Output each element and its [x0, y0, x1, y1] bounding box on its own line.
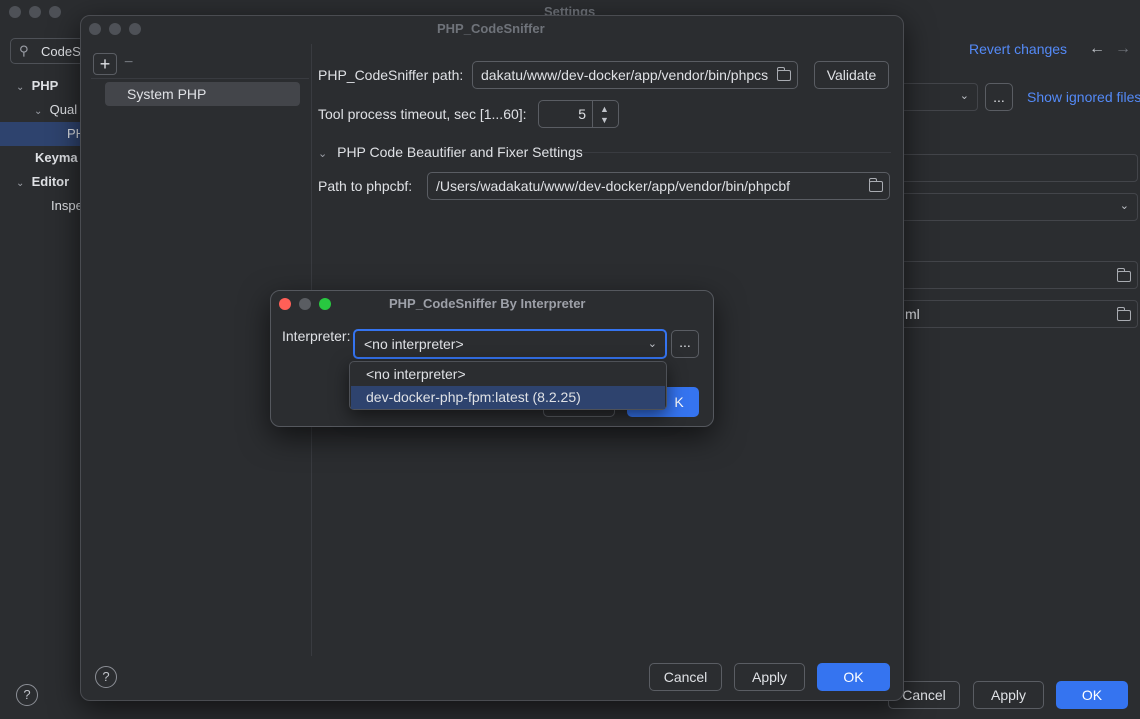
chevron-down-icon: ⌄	[16, 178, 25, 189]
phpcbf-path-value: /Users/wadakatu/www/dev-docker/app/vendo…	[436, 178, 791, 194]
chevron-down-icon: ⌄	[959, 90, 969, 102]
spinner-down-icon[interactable]: ▼	[600, 107, 609, 127]
timeout-value: 5	[578, 106, 586, 122]
codesniffer-window-title: PHP_CodeSniffer	[437, 21, 545, 36]
chevron-down-icon: ⌄	[647, 338, 657, 350]
phpcbf-path-input[interactable]: /Users/wadakatu/www/dev-docker/app/vendo…	[427, 172, 890, 200]
show-ignored-files-link[interactable]: Show ignored files	[1027, 89, 1140, 105]
dialog-maximize-button[interactable]	[319, 298, 331, 310]
interpreter-option-none[interactable]: <no interpreter>	[351, 363, 665, 386]
tree-item-keymap[interactable]: Keyma	[35, 146, 78, 170]
settings-ok-button[interactable]: OK	[1056, 681, 1128, 709]
interpreter-label: Interpreter:	[282, 328, 351, 344]
search-icon: ⚲	[19, 43, 29, 58]
settings-text-field-1[interactable]	[890, 154, 1138, 182]
interpreter-select[interactable]: <no interpreter> ⌄	[353, 329, 667, 359]
revert-changes-link[interactable]: Revert changes	[969, 41, 1067, 57]
folder-icon[interactable]	[1116, 268, 1131, 282]
settings-close-button[interactable]	[9, 6, 21, 18]
folder-icon[interactable]	[1116, 307, 1131, 321]
settings-minimize-button[interactable]	[29, 6, 41, 18]
tree-item-inspections[interactable]: Inspe	[51, 194, 83, 218]
settings-more-button[interactable]: ...	[985, 83, 1013, 111]
timeout-spinner[interactable]: 5 ▲ ▼	[538, 100, 619, 128]
tree-item-php[interactable]: ⌄ PHP	[16, 74, 58, 98]
settings-path-field-2[interactable]: ml	[890, 300, 1138, 328]
codesniffer-close-button[interactable]	[89, 23, 101, 35]
section-divider	[581, 152, 891, 153]
chevron-down-icon: ⌄	[34, 106, 43, 117]
folder-icon[interactable]	[868, 178, 883, 192]
validate-button[interactable]: Validate	[814, 61, 889, 89]
timeout-label: Tool process timeout, sec [1...60]:	[318, 106, 527, 122]
remove-configuration-button[interactable]: −	[124, 53, 138, 75]
settings-path-field-1[interactable]	[890, 261, 1138, 289]
configuration-item-system-php[interactable]: System PHP	[105, 82, 300, 106]
forward-arrow-icon[interactable]: →	[1115, 40, 1131, 58]
chevron-down-icon: ⌄	[1119, 200, 1129, 212]
settings-select-2[interactable]: ⌄	[890, 193, 1138, 221]
beautifier-section-title: PHP Code Beautifier and Fixer Settings	[337, 144, 583, 160]
back-arrow-icon[interactable]: ←	[1089, 40, 1105, 58]
spinner-divider	[592, 101, 593, 127]
codesniffer-cancel-button[interactable]: Cancel	[649, 663, 722, 691]
beautifier-section-header[interactable]: ⌄ PHP Code Beautifier and Fixer Settings	[318, 144, 583, 160]
settings-apply-button[interactable]: Apply	[973, 681, 1044, 709]
dialog-close-button[interactable]	[279, 298, 291, 310]
settings-maximize-button[interactable]	[49, 6, 61, 18]
phpcbf-path-label: Path to phpcbf:	[318, 178, 413, 194]
interpreter-selected-value: <no interpreter>	[364, 336, 464, 352]
tree-item-quality[interactable]: ⌄ Qual	[34, 98, 77, 122]
add-configuration-button[interactable]: +	[93, 53, 117, 75]
codesniffer-apply-button[interactable]: Apply	[734, 663, 805, 691]
settings-path-fragment: ml	[905, 306, 920, 322]
chevron-down-icon: ⌄	[16, 82, 25, 93]
settings-help-button[interactable]: ?	[16, 684, 38, 706]
interpreter-more-button[interactable]: ...	[671, 330, 699, 358]
phpcs-path-label: PHP_CodeSniffer path:	[318, 67, 464, 83]
folder-icon[interactable]	[776, 67, 791, 81]
tree-item-phpcs[interactable]: PH	[0, 122, 85, 146]
chevron-down-icon: ⌄	[318, 148, 328, 160]
codesniffer-help-button[interactable]: ?	[95, 666, 117, 688]
phpcs-path-input[interactable]: dakatu/www/dev-docker/app/vendor/bin/php…	[472, 61, 798, 89]
codesniffer-minimize-button[interactable]	[109, 23, 121, 35]
interpreter-option-docker[interactable]: dev-docker-php-fpm:latest (8.2.25)	[351, 386, 665, 409]
dialog-minimize-button[interactable]	[299, 298, 311, 310]
phpcs-path-value: dakatu/www/dev-docker/app/vendor/bin/php…	[481, 67, 769, 83]
codesniffer-ok-button[interactable]: OK	[817, 663, 890, 691]
interpreter-dialog-title: PHP_CodeSniffer By Interpreter	[389, 296, 586, 311]
tree-item-editor[interactable]: ⌄ Editor	[16, 170, 69, 194]
settings-search-value: CodeS	[41, 44, 81, 59]
codesniffer-maximize-button[interactable]	[129, 23, 141, 35]
list-divider	[91, 78, 309, 79]
interpreter-dropdown-popup: <no interpreter> dev-docker-php-fpm:late…	[349, 361, 667, 410]
